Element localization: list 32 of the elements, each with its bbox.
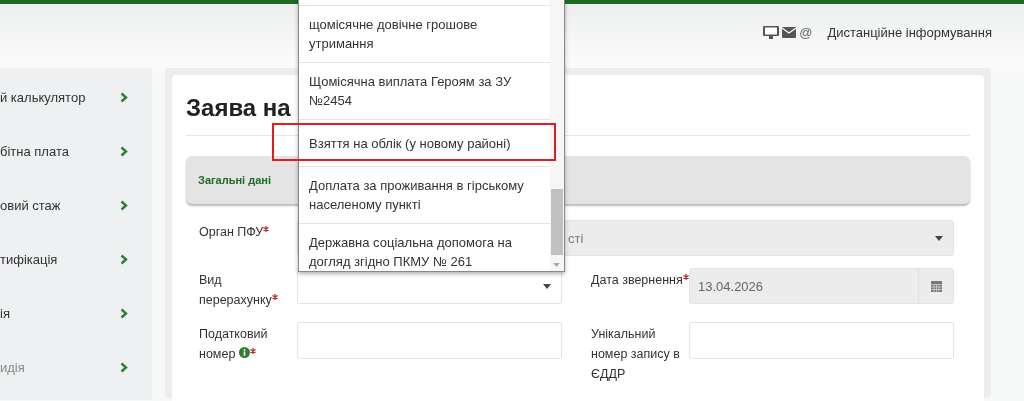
- field-label: Унікальний номер запису в ЄДДР: [590, 326, 681, 383]
- caret-icon: [543, 283, 551, 289]
- field-label: Орган ПФУ: [199, 220, 297, 256]
- remote-info-link[interactable]: Дистанційне інформування: [827, 24, 992, 40]
- date-value: 13.04.2026: [698, 278, 765, 294]
- sidebar-item[interactable]: бітна плата: [0, 124, 152, 178]
- scrollbar[interactable]: [550, 0, 564, 271]
- form-title: Заява на: [186, 93, 291, 123]
- scrollbar-thumb[interactable]: [551, 189, 563, 255]
- sidebar-item[interactable]: тифікація: [0, 232, 152, 286]
- field-label: Дата звернення: [562, 268, 689, 310]
- calendar-icon: [930, 280, 942, 292]
- chevron-right-icon: [120, 361, 128, 373]
- select-value: сті: [568, 230, 584, 246]
- at-sign-icon: @: [799, 24, 813, 40]
- chevron-right-icon: [120, 145, 128, 157]
- caret-icon: [935, 235, 943, 241]
- sidebar-item[interactable]: ія: [0, 286, 152, 340]
- section-title: Загальні дані: [198, 174, 271, 186]
- field-label: Вид перерахунку: [199, 268, 297, 310]
- chevron-right-icon: [120, 91, 128, 103]
- sidebar-item[interactable]: й калькулятор: [0, 70, 152, 124]
- text-input[interactable]: [689, 322, 954, 359]
- scroll-down-arrow-icon[interactable]: [553, 263, 560, 267]
- field-label: Податковий номер: [199, 326, 269, 363]
- chevron-right-icon: [120, 199, 128, 211]
- monitor-icon: [763, 25, 780, 39]
- chevron-right-icon: [120, 307, 128, 319]
- envelope-icon: [782, 26, 797, 38]
- text-input[interactable]: [297, 322, 562, 359]
- chevron-right-icon: [120, 253, 128, 265]
- sidebar-item[interactable]: овий стаж: [0, 178, 152, 232]
